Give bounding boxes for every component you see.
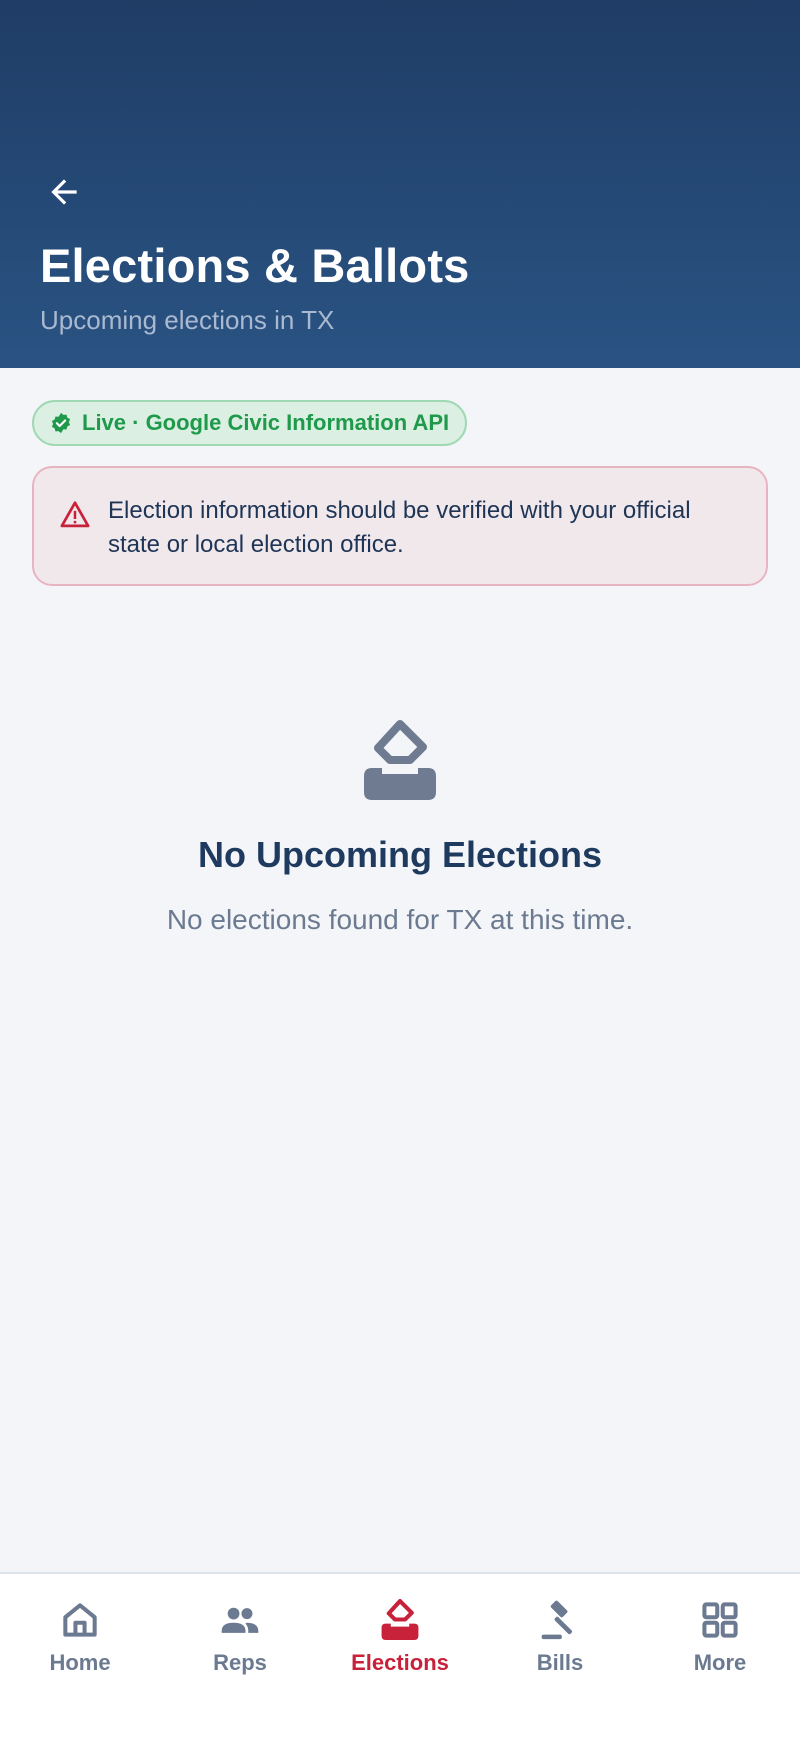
nav-label-reps: Reps bbox=[213, 1650, 267, 1675]
nav-item-reps[interactable]: Reps bbox=[160, 1574, 320, 1740]
nav-item-elections[interactable]: Elections bbox=[320, 1574, 480, 1740]
people-icon bbox=[221, 1607, 259, 1633]
nav-item-more[interactable]: More bbox=[640, 1574, 800, 1740]
empty-state-message: No elections found for TX at this time. bbox=[166, 904, 634, 935]
ballot-icon bbox=[381, 1599, 419, 1640]
arrow-left-icon bbox=[51, 179, 77, 205]
notice-text: Election information should be verified … bbox=[108, 497, 691, 558]
warning-triangle-icon bbox=[60, 501, 90, 528]
elections-screen: Elections & Ballots Upcoming elections i… bbox=[0, 0, 800, 1740]
gavel-icon bbox=[541, 1600, 573, 1640]
nav-label-elections: Elections bbox=[351, 1650, 449, 1675]
nav-label-more: More bbox=[693, 1650, 747, 1675]
back-button[interactable] bbox=[40, 168, 88, 216]
page-title: Elections & Ballots bbox=[40, 239, 470, 292]
grid-icon bbox=[702, 1602, 738, 1638]
verified-check-icon bbox=[51, 412, 71, 434]
page-header: Elections & Ballots Upcoming elections i… bbox=[0, 0, 800, 368]
empty-state-title: No Upcoming Elections bbox=[197, 834, 603, 875]
bottom-navigation: Home Reps Elections Bills More bbox=[0, 1572, 800, 1740]
nav-item-bills[interactable]: Bills bbox=[480, 1574, 640, 1740]
page-subtitle: Upcoming elections in TX bbox=[40, 305, 335, 335]
ballot-box-icon bbox=[364, 720, 436, 800]
verification-notice: Election information should be verified … bbox=[32, 466, 768, 586]
nav-item-home[interactable]: Home bbox=[0, 1574, 160, 1740]
nav-label-home: Home bbox=[49, 1650, 111, 1675]
source-badge-label: Live · Google Civic Information API bbox=[82, 410, 450, 435]
nav-label-bills: Bills bbox=[536, 1650, 584, 1675]
data-source-badge: Live · Google Civic Information API bbox=[32, 400, 468, 446]
home-icon bbox=[63, 1603, 97, 1637]
